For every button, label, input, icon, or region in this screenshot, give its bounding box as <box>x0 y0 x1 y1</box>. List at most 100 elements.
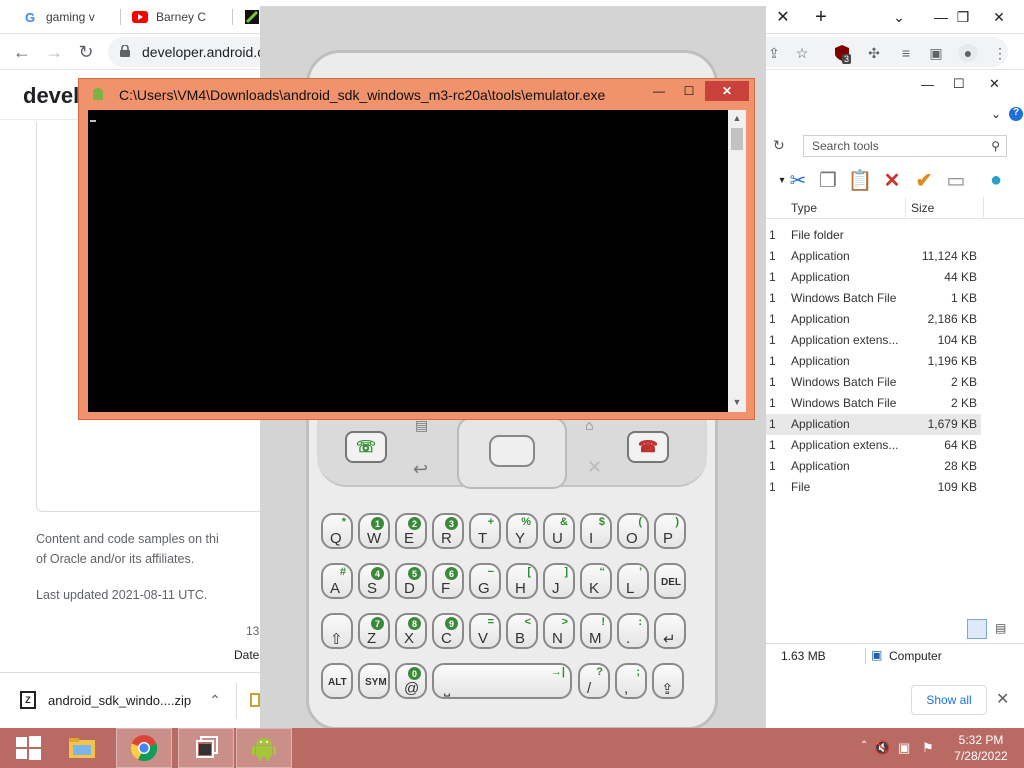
key[interactable]: /? <box>578 663 610 699</box>
start-button[interactable] <box>0 728 56 768</box>
console-titlebar[interactable]: C:\Users\VM4\Downloads\android_sdk_windo… <box>79 79 756 109</box>
key[interactable]: @0 <box>395 663 427 699</box>
scrollbar[interactable]: ▲ ▼ <box>728 110 746 412</box>
key[interactable]: Y% <box>506 513 538 549</box>
help-icon[interactable]: ? <box>1009 107 1023 121</box>
cut-icon[interactable]: ✂ <box>785 167 811 193</box>
console-taskbar-button[interactable] <box>178 728 234 768</box>
key[interactable]: S4 <box>358 563 390 599</box>
dpad-center-button[interactable] <box>489 435 535 467</box>
back-button[interactable]: ← <box>8 38 36 66</box>
close-button[interactable]: ✕ <box>705 81 749 101</box>
file-row[interactable]: 1 Windows Batch File 2 KB <box>761 372 1024 393</box>
key[interactable]: R3 <box>432 513 464 549</box>
key[interactable]: .: <box>617 613 649 649</box>
scroll-up-icon[interactable]: ▲ <box>728 110 746 126</box>
properties-icon[interactable]: ▭ <box>943 167 969 193</box>
paste-icon[interactable]: 📋 <box>847 167 873 193</box>
file-row[interactable]: 1 Application 1,196 KB <box>761 351 1024 372</box>
file-row[interactable]: 1 Application 44 KB <box>761 267 1024 288</box>
scroll-down-icon[interactable]: ▼ <box>728 394 746 410</box>
key[interactable]: T + <box>469 513 501 549</box>
chrome-taskbar-button[interactable] <box>116 728 172 768</box>
emulator-taskbar-button[interactable] <box>236 728 292 768</box>
network-icon[interactable]: ▣ <box>898 740 910 768</box>
end-call-button[interactable]: ☎ <box>627 431 669 463</box>
profile-avatar-icon[interactable]: ● <box>958 44 978 62</box>
key[interactable]: D5 <box>395 563 427 599</box>
key[interactable]: L’ <box>617 563 649 599</box>
key[interactable]: K “ <box>580 563 612 599</box>
ublock-extension-icon[interactable]: 3 <box>832 44 852 64</box>
key[interactable]: G − <box>469 563 501 599</box>
tiles-view-icon[interactable]: ▤ <box>995 621 1011 637</box>
key[interactable]: B < <box>506 613 538 649</box>
dpad[interactable] <box>457 417 567 489</box>
minimize-button[interactable]: — <box>645 81 673 101</box>
key[interactable]: DEL <box>654 563 686 599</box>
file-row[interactable]: 1 Application 1,679 KB <box>761 414 981 435</box>
chevron-down-icon[interactable]: ⌄ <box>991 107 1001 121</box>
key[interactable]: N > <box>543 613 575 649</box>
key[interactable]: E2 <box>395 513 427 549</box>
globe-icon[interactable]: ● <box>983 167 1009 193</box>
minimize-button[interactable]: — <box>921 77 934 92</box>
delete-icon[interactable]: ✕ <box>879 167 905 193</box>
tab-barney[interactable]: Barney C <box>132 0 206 34</box>
key[interactable]: V = <box>469 613 501 649</box>
media-queue-icon[interactable]: ≡ <box>896 44 916 62</box>
key[interactable]: ↵ <box>654 613 686 649</box>
key[interactable]: O( <box>617 513 649 549</box>
volume-muted-icon[interactable]: 🔇 <box>874 740 890 768</box>
scroll-thumb[interactable] <box>731 128 743 150</box>
back-arrow-icon[interactable]: ↩ <box>413 459 428 480</box>
key[interactable]: SYM <box>358 663 390 699</box>
key[interactable]: ⇪ <box>652 663 684 699</box>
file-row[interactable]: 1 Application 2,186 KB <box>761 309 1024 330</box>
key[interactable]: P) <box>654 513 686 549</box>
show-all-button[interactable]: Show all <box>911 685 987 715</box>
forward-button[interactable]: → <box>40 38 68 66</box>
side-panel-icon[interactable]: ▣ <box>926 44 946 62</box>
file-row[interactable]: 1 File 109 KB <box>761 477 1024 498</box>
share-icon[interactable]: ⇪ <box>764 44 784 62</box>
close-window-button[interactable]: ✕ <box>976 0 1022 34</box>
key[interactable]: I $ <box>580 513 612 549</box>
key[interactable]: W1 <box>358 513 390 549</box>
show-hidden-icons[interactable]: ⌃ <box>860 740 868 768</box>
maximize-button[interactable]: ☐ <box>675 81 703 101</box>
call-button[interactable]: ☏ <box>345 431 387 463</box>
search-icon[interactable]: ✕ <box>587 457 602 478</box>
new-tab-button[interactable]: + <box>798 0 844 34</box>
key[interactable]: U & <box>543 513 575 549</box>
console-output[interactable]: ▲ ▼ <box>88 110 746 412</box>
close-icon[interactable]: ✕ <box>996 689 1009 709</box>
key[interactable]: Q * <box>321 513 353 549</box>
file-row[interactable]: 1 Windows Batch File 1 KB <box>761 288 1024 309</box>
copy-icon[interactable]: ❐ <box>815 167 841 193</box>
key[interactable]: Z7 <box>358 613 390 649</box>
file-row[interactable]: 1 Windows Batch File 2 KB <box>761 393 1024 414</box>
file-row[interactable]: 1 Application 28 KB <box>761 456 1024 477</box>
key[interactable]: X8 <box>395 613 427 649</box>
key[interactable]: A # <box>321 563 353 599</box>
close-button[interactable]: ✕ <box>989 76 1000 92</box>
download-item[interactable]: Z android_sdk_windo....zip ⌃ <box>20 691 221 709</box>
key[interactable]: ⎵ →| <box>432 663 572 699</box>
details-view-icon[interactable] <box>967 619 987 639</box>
file-explorer-taskbar-button[interactable] <box>54 728 110 768</box>
maximize-button[interactable]: ☐ <box>953 76 965 92</box>
check-icon[interactable]: ✔ <box>911 167 937 193</box>
file-row[interactable]: 1 File folder <box>761 225 1024 246</box>
key[interactable]: M! <box>580 613 612 649</box>
search-input[interactable]: Search tools ⚲ <box>803 135 1007 157</box>
refresh-icon[interactable]: ↻ <box>773 137 785 154</box>
file-row[interactable]: 1 Application extens... 104 KB <box>761 330 1024 351</box>
reload-button[interactable]: ↻ <box>72 38 100 66</box>
action-center-icon[interactable]: ⚑ <box>922 740 934 768</box>
chevron-down-icon[interactable]: ⌄ <box>876 0 922 34</box>
star-icon[interactable]: ☆ <box>792 44 812 62</box>
key[interactable]: C9 <box>432 613 464 649</box>
key[interactable]: ALT <box>321 663 353 699</box>
key[interactable]: J] <box>543 563 575 599</box>
